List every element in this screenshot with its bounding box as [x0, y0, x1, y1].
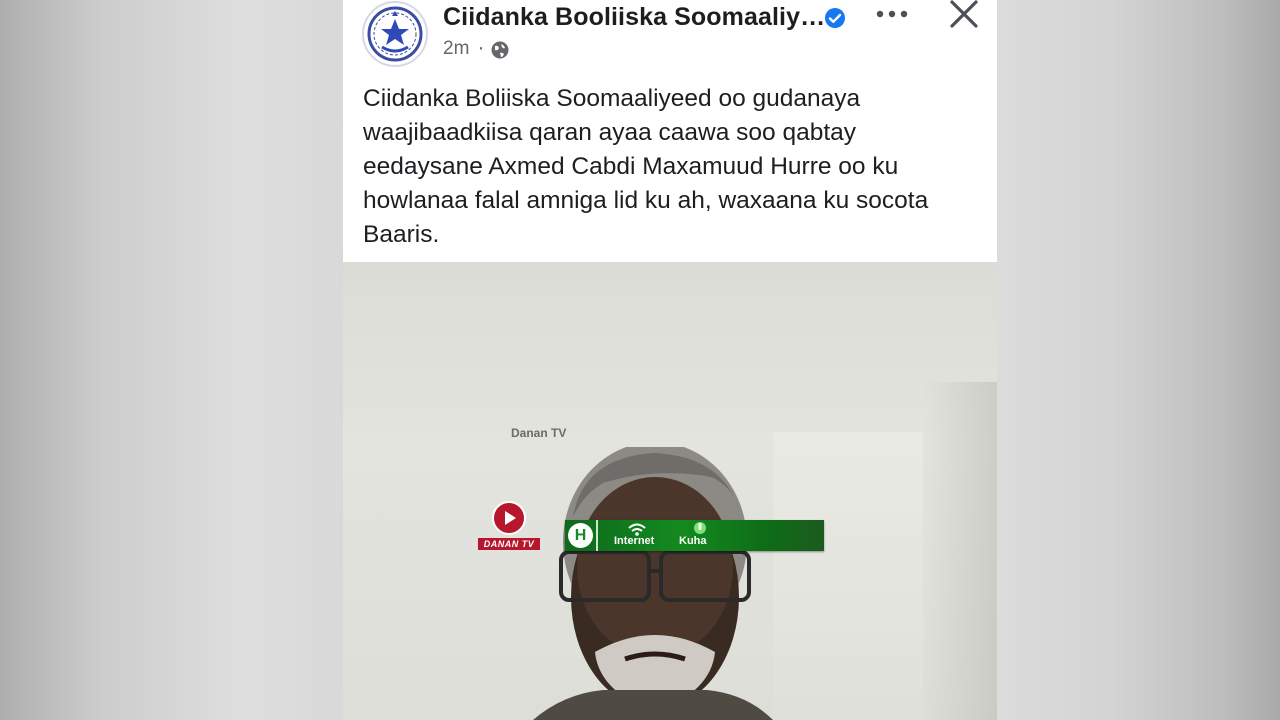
post-text-line: eedaysane Axmed Cabdi Maxamuud Hurre oo …	[363, 153, 899, 180]
ticker-divider	[596, 520, 598, 551]
wall-shadow	[923, 382, 997, 720]
ticker-item-internet: Internet	[614, 535, 655, 547]
globe-icon[interactable]	[490, 40, 510, 60]
police-emblem-icon	[367, 6, 423, 62]
danan-tv-logo-text: DANAN TV	[478, 538, 540, 550]
close-icon[interactable]	[946, 0, 982, 30]
more-options-icon[interactable]	[872, 5, 912, 23]
right-background-panel	[997, 0, 1280, 720]
verified-badge-icon	[825, 8, 845, 28]
ticker-badge: H	[568, 523, 593, 548]
post-photo[interactable]: Danan TV DANAN TV H Internet Kuha	[343, 262, 997, 720]
post-text-line: waajibaadkiisa qaran ayaa caawa soo qabt…	[363, 119, 857, 146]
wifi-icon	[628, 523, 646, 536]
news-ticker-bar: H Internet Kuha	[565, 520, 824, 551]
play-icon	[492, 501, 526, 535]
microphone-icon	[694, 522, 706, 534]
danan-tv-watermark: Danan TV	[511, 426, 567, 440]
danan-tv-logo: DANAN TV	[476, 501, 542, 555]
page-avatar[interactable]	[362, 1, 428, 67]
left-background-panel	[0, 0, 343, 720]
post-timestamp[interactable]: 2m	[443, 38, 469, 60]
post-text-line: Baaris.	[363, 221, 440, 248]
post-text: Ciidanka Boliiska Soomaaliyeed oo gudana…	[363, 82, 993, 252]
person-portrait	[533, 447, 773, 720]
page-name[interactable]: Ciidanka Booliiska Soomaaliy…	[443, 3, 825, 32]
post-text-line: howlanaa falal amniga lid ku ah, waxaana…	[363, 187, 929, 214]
meta-separator: ·	[478, 38, 485, 60]
post-text-line: Ciidanka Boliiska Soomaaliyeed oo gudana…	[363, 85, 861, 112]
post-card: Ciidanka Booliiska Soomaaliy… 2m · Ciida…	[343, 0, 997, 262]
wall-panel	[773, 432, 923, 720]
ticker-item-kuha: Kuha	[679, 535, 707, 547]
